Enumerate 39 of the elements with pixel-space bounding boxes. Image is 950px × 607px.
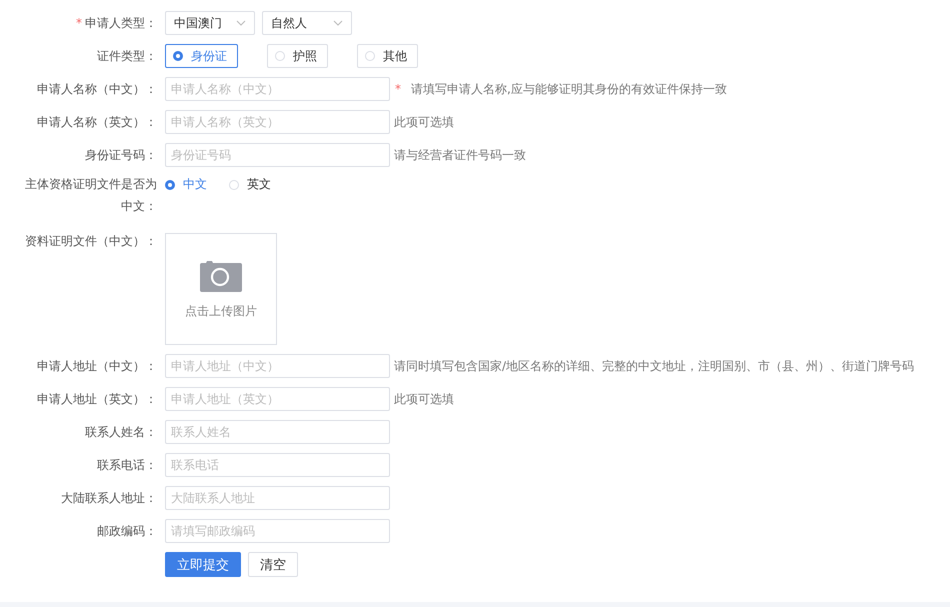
field-label: 身份证号码： <box>85 148 157 162</box>
hint-text: 此项可选填 <box>394 114 454 130</box>
input-field[interactable]: 申请人名称（中文） <box>165 77 390 101</box>
input-field[interactable]: 申请人地址（中文） <box>165 354 390 378</box>
field-label: 资料证明文件（中文）： <box>25 234 157 248</box>
field-label: 申请人地址（中文）： <box>37 358 157 372</box>
radio-option[interactable]: 英文 <box>229 176 271 193</box>
field-label: 申请人地址（英文）： <box>37 392 157 406</box>
input-field[interactable]: 身份证号码 <box>165 143 390 167</box>
submit-button[interactable]: 立即提交 <box>165 552 241 577</box>
dropdown[interactable]: 中国澳门 <box>165 11 255 35</box>
clear-button[interactable]: 清空 <box>248 552 298 577</box>
field-label: 证件类型： <box>97 48 157 62</box>
radio-option[interactable]: 身份证 <box>165 44 238 68</box>
required-mark: * <box>76 16 82 30</box>
upload-area[interactable]: 点击上传图片 <box>165 233 277 345</box>
radio-option[interactable]: 中文 <box>165 176 207 193</box>
required-mark: * <box>395 82 401 96</box>
dropdown[interactable]: 自然人 <box>262 11 352 35</box>
field-label: 大陆联系人地址： <box>61 490 157 504</box>
hint-text: 请填写申请人名称,应与能够证明其身份的有效证件保持一致 <box>411 80 727 98</box>
hint-text: 请同时填写包含国家/地区名称的详细、完整的中文地址，注明国别、市（县、州）、街道门牌号码 <box>394 358 914 374</box>
input-field[interactable]: 大陆联系人地址 <box>165 486 390 510</box>
field-label: 联系人姓名： <box>85 424 157 438</box>
radio-option[interactable]: 护照 <box>267 44 328 68</box>
input-field[interactable]: 申请人名称（英文） <box>165 110 390 134</box>
field-label: 申请人名称（英文）： <box>37 114 157 128</box>
input-field[interactable]: 联系人姓名 <box>165 420 390 444</box>
hint-text: 此项可选填 <box>394 390 454 408</box>
field-label: 申请人名称（中文）： <box>37 82 157 96</box>
field-label: 联系电话： <box>97 458 157 472</box>
input-field[interactable]: 请填写邮政编码 <box>165 519 390 543</box>
field-label: 主体资格证明文件是否为中文： <box>25 177 157 213</box>
field-label: 邮政编码： <box>97 524 157 538</box>
input-field[interactable]: 联系电话 <box>165 453 390 477</box>
radio-option[interactable]: 其他 <box>357 44 418 68</box>
field-label: 申请人类型： <box>85 16 157 30</box>
input-field[interactable]: 申请人地址（英文） <box>165 387 390 411</box>
hint-text: 请与经营者证件号码一致 <box>394 146 526 164</box>
